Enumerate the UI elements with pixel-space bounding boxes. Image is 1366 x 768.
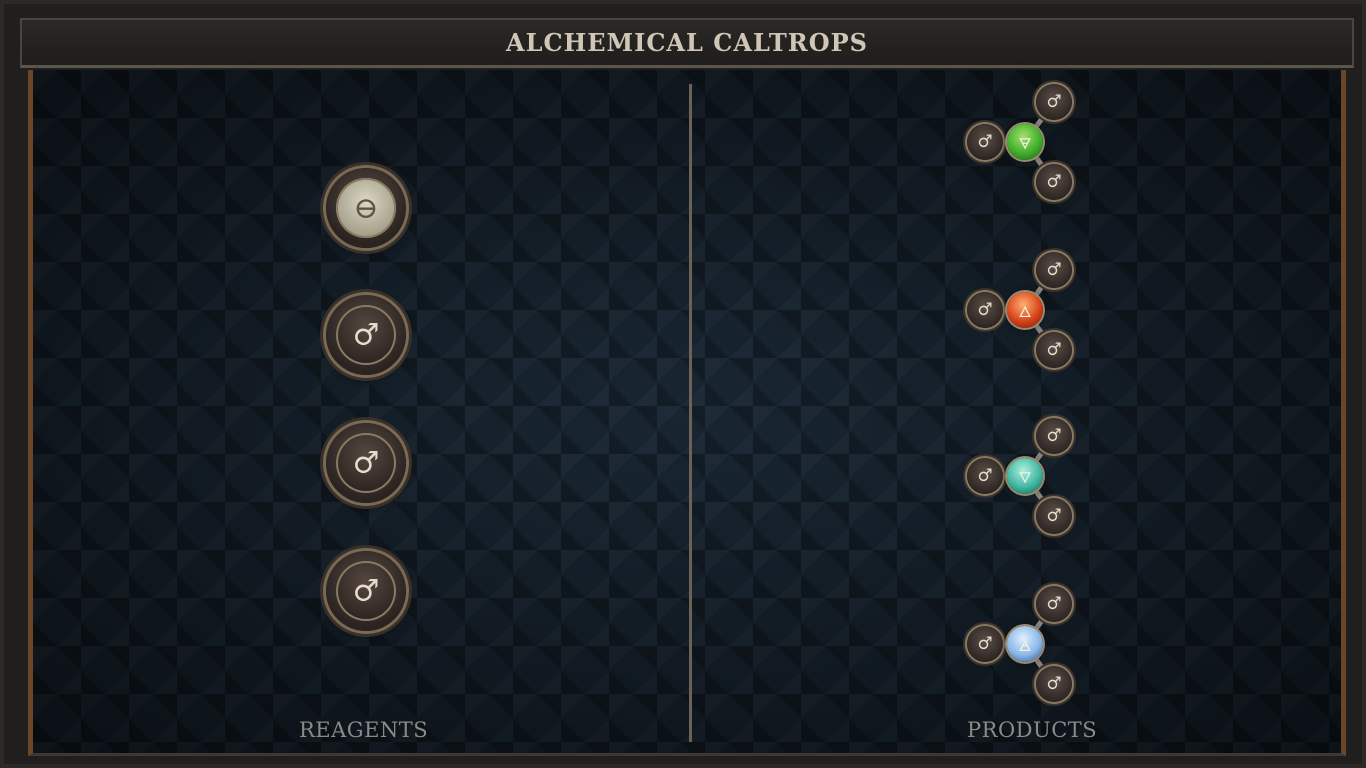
reagent-slot-iron[interactable]: ♂ [326, 295, 406, 375]
iron-icon: ♂ [1036, 332, 1072, 368]
iron-icon: ♂ [336, 305, 396, 365]
reagent-slot-iron[interactable]: ♂ [326, 423, 406, 503]
fire-element-icon: 🜂 [1007, 292, 1043, 328]
product-caltrop-water[interactable]: ♂ ♂ ♂ 🜄 [961, 412, 1081, 542]
earth-element-icon: 🜃 [1007, 124, 1043, 160]
products-label: PRODUCTS [967, 718, 1098, 742]
alchemy-board: ⊖ ♂ ♂ ♂ REAGENTS ♂ ♂ ♂ 🜃 ♂ ♂ ♂ 🜂 ♂ ♂ ♂ 🜄… [28, 70, 1346, 756]
reagents-label: REAGENTS [299, 718, 429, 742]
iron-icon: ♂ [967, 458, 1003, 494]
iron-icon: ♂ [1036, 84, 1072, 120]
iron-icon: ♂ [1036, 252, 1072, 288]
water-element-icon: 🜄 [1007, 458, 1043, 494]
page-title: ALCHEMICAL CALTROPS [505, 28, 869, 57]
column-divider [689, 84, 692, 742]
iron-icon: ♂ [1036, 586, 1072, 622]
title-bar: ALCHEMICAL CALTROPS [20, 18, 1354, 68]
iron-icon: ♂ [336, 561, 396, 621]
window-frame: ALCHEMICAL CALTROPS ⊖ ♂ ♂ ♂ REAGENTS ♂ ♂ [0, 0, 1366, 768]
air-element-icon: 🜁 [1007, 626, 1043, 662]
iron-icon: ♂ [1036, 666, 1072, 702]
salt-icon: ⊖ [336, 178, 396, 238]
reagent-slot-iron[interactable]: ♂ [326, 551, 406, 631]
iron-icon: ♂ [1036, 164, 1072, 200]
product-caltrop-earth[interactable]: ♂ ♂ ♂ 🜃 [961, 78, 1081, 208]
iron-icon: ♂ [967, 626, 1003, 662]
iron-icon: ♂ [967, 292, 1003, 328]
reagent-slot-salt[interactable]: ⊖ [326, 168, 406, 248]
iron-icon: ♂ [1036, 498, 1072, 534]
iron-icon: ♂ [967, 124, 1003, 160]
product-caltrop-air[interactable]: ♂ ♂ ♂ 🜁 [961, 580, 1081, 710]
iron-icon: ♂ [336, 433, 396, 493]
iron-icon: ♂ [1036, 418, 1072, 454]
product-caltrop-fire[interactable]: ♂ ♂ ♂ 🜂 [961, 246, 1081, 376]
